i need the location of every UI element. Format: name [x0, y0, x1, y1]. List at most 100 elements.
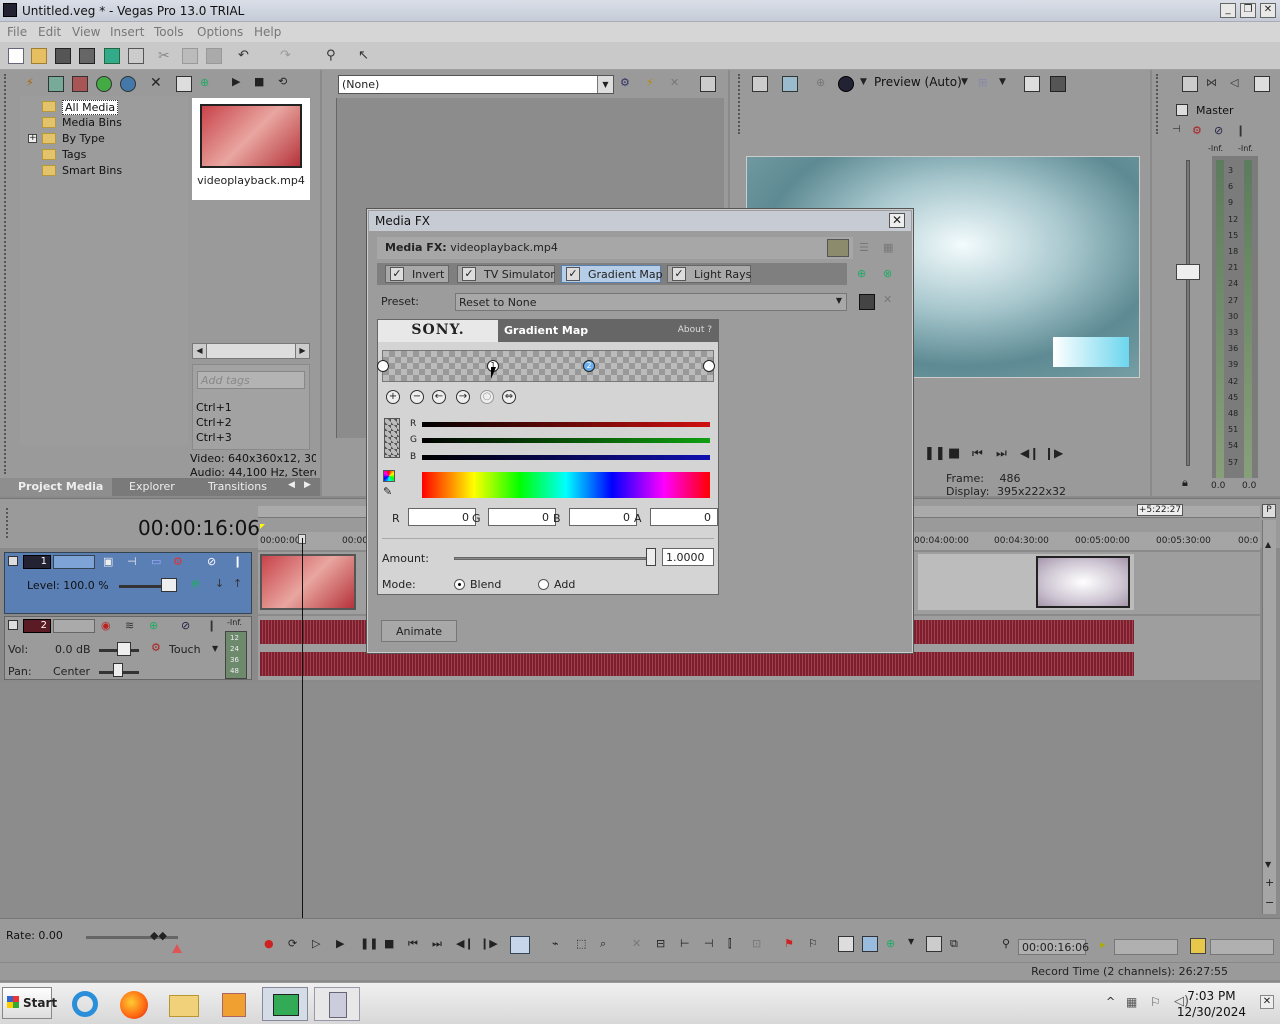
chevron-down-icon[interactable]: ▼: [999, 77, 1006, 87]
split-screen-icon[interactable]: [700, 76, 716, 92]
stop-icon[interactable]: ■: [384, 937, 400, 953]
stop-icon[interactable]: ■: [254, 75, 270, 91]
next-frame-icon[interactable]: ❙▶: [480, 937, 498, 953]
play-icon[interactable]: ▶: [336, 937, 352, 953]
save-preset-icon[interactable]: [859, 294, 875, 310]
video-track-header[interactable]: 1 ▣ ⊣ ▭ ⚙ ⊘ ❙ Level: 100.0 % ⊕ ↓ ↑: [4, 552, 252, 614]
volume-slider[interactable]: [117, 642, 131, 656]
media-player-icon[interactable]: [214, 987, 254, 1021]
pause-icon[interactable]: ❚❚: [360, 937, 378, 953]
action-center-flag-icon[interactable]: ⚐: [1150, 995, 1161, 1009]
selection-tool-icon[interactable]: ⬚: [576, 937, 592, 953]
blue-channel-slider[interactable]: [422, 455, 710, 460]
checkbox-icon[interactable]: ✓: [390, 267, 404, 281]
selection-length-field[interactable]: [1114, 939, 1178, 955]
audio-track-name-field[interactable]: [53, 619, 95, 633]
gradient-stop-start[interactable]: [377, 360, 389, 372]
audio-fx-icon[interactable]: ⊕: [149, 619, 165, 635]
cut-icon[interactable]: ✂: [158, 48, 174, 64]
copy-icon[interactable]: [182, 48, 198, 64]
menu-edit[interactable]: Edit: [38, 25, 61, 39]
chevron-down-icon[interactable]: ▼: [836, 296, 842, 305]
amount-slider[interactable]: [646, 548, 656, 566]
panel-grip[interactable]: [1156, 74, 1162, 134]
media-properties-icon[interactable]: [176, 76, 192, 92]
scroll-down-arrow[interactable]: ▼: [1265, 860, 1271, 869]
insert-marker-icon[interactable]: ⚑: [784, 937, 800, 953]
fx-chip-light-rays[interactable]: ✓ Light Rays: [667, 265, 751, 283]
trim-start-icon[interactable]: ⊢: [680, 937, 696, 953]
recycle-bin-icon[interactable]: [314, 987, 360, 1021]
menu-help[interactable]: Help: [254, 25, 281, 39]
external-monitor-icon[interactable]: [782, 76, 798, 92]
gradient-stop-end[interactable]: [703, 360, 715, 372]
scroll-left-arrow[interactable]: ◀: [193, 344, 207, 358]
pan-slider[interactable]: [113, 663, 123, 677]
snapping-icon[interactable]: [926, 936, 942, 952]
preview-quality[interactable]: Preview (Auto): [874, 75, 962, 89]
tab-project-media[interactable]: Project Media: [0, 478, 112, 496]
delete-preset-icon[interactable]: ✕: [883, 293, 899, 309]
media-horizontal-scrollbar[interactable]: ◀ ▶: [192, 343, 310, 359]
fx-chip-invert[interactable]: ✓ Invert: [385, 265, 449, 283]
render-icon[interactable]: [104, 48, 120, 64]
track-fx-icon[interactable]: ⚙: [173, 555, 189, 571]
envelope-tool-icon[interactable]: ⌁: [552, 937, 568, 953]
save-as-icon[interactable]: [79, 48, 95, 64]
reverse-icon[interactable]: ⇔: [502, 390, 516, 404]
dialog-close-button[interactable]: ✕: [889, 213, 905, 228]
r-field[interactable]: 0: [408, 508, 476, 526]
master-fader[interactable]: [1176, 264, 1200, 280]
mute-icon[interactable]: ⊘: [207, 555, 223, 571]
compositing-mode-icon[interactable]: ▣: [103, 555, 119, 571]
g-field[interactable]: 0: [488, 508, 556, 526]
automation-icon[interactable]: ⊣: [1172, 124, 1188, 140]
system-clock[interactable]: 7:03 PM 12/30/2024: [1177, 988, 1246, 1020]
tab-scroll-left[interactable]: ◀: [288, 480, 295, 490]
mode-blend-radio[interactable]: Blend: [454, 578, 501, 591]
tab-explorer[interactable]: Explorer: [129, 480, 175, 493]
undo-icon[interactable]: ↶: [238, 48, 254, 64]
paste-icon[interactable]: [206, 48, 222, 64]
about-link[interactable]: About ?: [678, 325, 712, 335]
pin-icon[interactable]: ⚲: [1002, 937, 1018, 953]
previous-frame-icon[interactable]: ⏮: [972, 446, 988, 462]
step-forward-icon[interactable]: ❙▶: [1044, 446, 1063, 462]
move-icon[interactable]: ↓: [215, 577, 231, 593]
loop-playback-icon[interactable]: ⟳: [288, 937, 304, 953]
motion-blur-icon[interactable]: ⊣: [127, 555, 143, 571]
rate-slider[interactable]: ◆◆: [150, 929, 172, 943]
chevron-down-icon[interactable]: ▼: [961, 77, 968, 87]
open-icon[interactable]: [31, 48, 47, 64]
video-event-end-thumbnail[interactable]: [1036, 556, 1130, 608]
panel-grip[interactable]: [738, 74, 744, 134]
audio-track-header[interactable]: 2 ◉ ≋ ⊕ ⊘ ❙ -Inf. Vol: 0.0 dB ⚙ Touch ▼ …: [4, 616, 252, 680]
go-to-start-icon[interactable]: ⏮: [408, 937, 424, 953]
step-back-icon[interactable]: ◀❙: [1020, 446, 1039, 462]
invert-phase-icon[interactable]: ≋: [125, 619, 141, 635]
minimize-button[interactable]: _: [1220, 3, 1236, 18]
auto-preview-icon[interactable]: ⟲: [278, 75, 294, 91]
move-up-icon[interactable]: ↑: [233, 577, 249, 593]
add-fx-icon[interactable]: ⊕: [857, 267, 873, 283]
video-level-slider[interactable]: [161, 578, 177, 592]
loop-marker[interactable]: [260, 524, 265, 529]
network-icon[interactable]: ▦: [1126, 995, 1137, 1009]
gradient-stop-2[interactable]: 2: [583, 360, 595, 372]
zoom-out-icon[interactable]: −: [1265, 896, 1274, 909]
checkbox-icon[interactable]: ✓: [672, 267, 686, 281]
remove-stop-icon[interactable]: −: [410, 390, 424, 404]
get-media-icon[interactable]: [72, 76, 88, 92]
tab-transitions[interactable]: Transitions: [208, 480, 267, 493]
show-desktop-icon[interactable]: ✕: [1260, 995, 1274, 1009]
capture-video-icon[interactable]: [48, 76, 64, 92]
timeline-vertical-scrollbar[interactable]: ▲ ▼ + −: [1262, 520, 1276, 914]
menu-insert[interactable]: Insert: [110, 25, 144, 39]
whats-this-icon[interactable]: ↖: [358, 48, 374, 64]
red-channel-slider[interactable]: [422, 422, 710, 427]
master-fx-icon[interactable]: ⚙: [1192, 124, 1208, 140]
auto-ripple-icon[interactable]: [838, 936, 854, 952]
color-swatch[interactable]: [384, 418, 400, 458]
dialog-title-bar[interactable]: Media FX ✕: [369, 211, 911, 231]
color-spectrum[interactable]: [422, 472, 710, 498]
